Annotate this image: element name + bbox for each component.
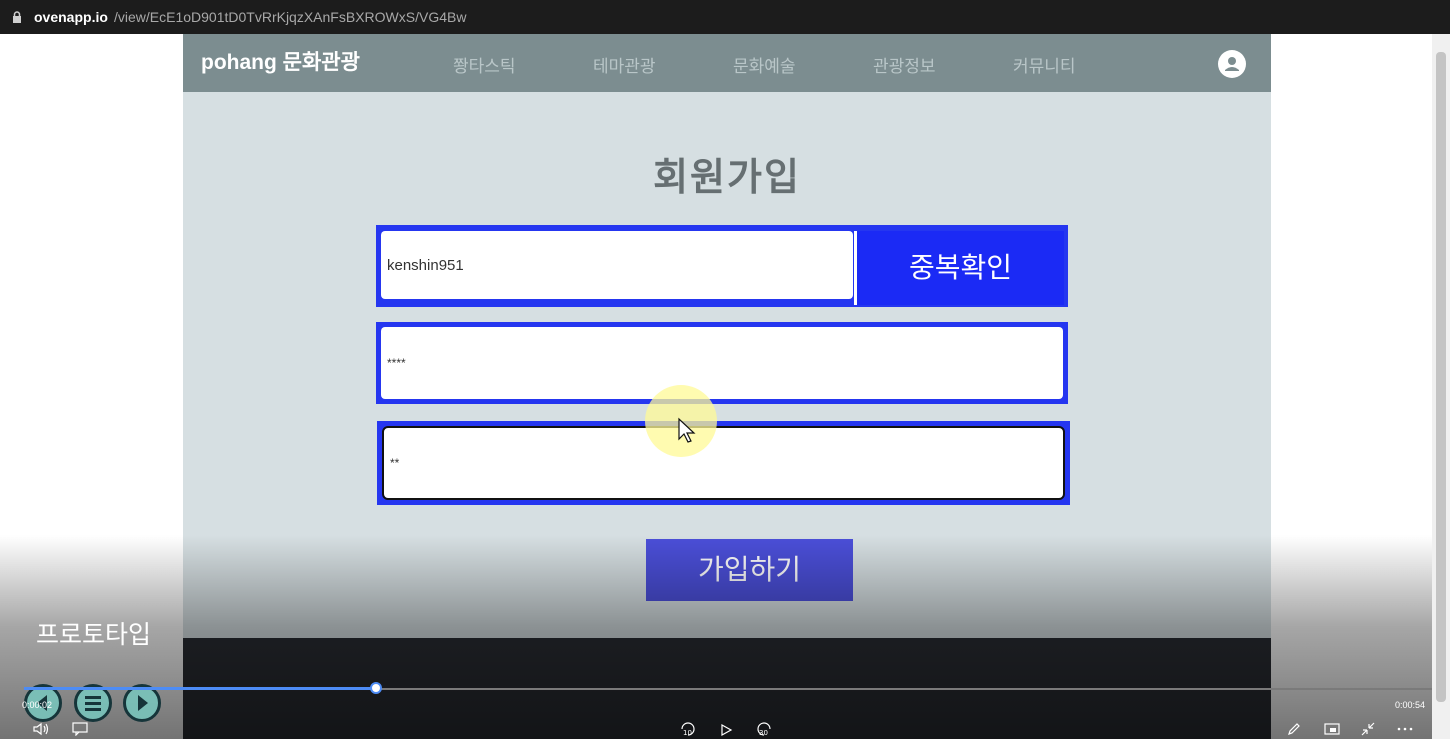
volume-icon[interactable]	[33, 722, 51, 736]
nav-item-3[interactable]: 문화예술	[733, 52, 796, 77]
url-path: /view/EcE1oD901tD0TvRrKjqzXAnFsBXROWxS/V…	[114, 9, 467, 25]
nav-item-4[interactable]: 관광정보	[873, 52, 936, 77]
top-nav: pohang 문화관광 쫭타스틱 테마관광 문화예술 관광정보 커뮤니티	[183, 34, 1271, 92]
url-host: ovenapp.io	[34, 9, 108, 25]
subtitles-icon[interactable]	[72, 722, 88, 736]
nav-item-2[interactable]: 테마관광	[593, 52, 656, 77]
miniplayer-icon[interactable]	[1324, 723, 1340, 735]
more-icon[interactable]	[1396, 726, 1414, 732]
play-icon[interactable]	[719, 723, 733, 737]
page-title: 회원가입	[653, 155, 801, 199]
video-caption: 프로토타입	[36, 620, 152, 649]
rewind-10-label: 10	[683, 729, 692, 737]
address-bar[interactable]: ovenapp.io /view/EcE1oD901tD0TvRrKjqzXAn…	[0, 0, 1450, 34]
lock-icon	[13, 11, 21, 23]
password-confirm-field-frame	[377, 421, 1070, 505]
password-field-frame	[376, 322, 1068, 404]
total-time: 0:00:54	[1395, 700, 1426, 710]
forward-30-label: 30	[759, 729, 768, 737]
progress-fill	[24, 687, 376, 690]
duplicate-check-button[interactable]: 중복확인	[854, 231, 1064, 305]
user-icon[interactable]	[1218, 50, 1246, 78]
rewind-10-icon[interactable]: 10	[678, 720, 698, 739]
current-time: 0:00:02	[22, 700, 53, 710]
exit-fullscreen-icon[interactable]	[1360, 721, 1376, 737]
prototype-frame: pohang 문화관광 쫭타스틱 테마관광 문화예술 관광정보 커뮤니티 회원가…	[183, 34, 1271, 739]
password-input[interactable]	[381, 327, 1063, 399]
id-input[interactable]	[381, 231, 853, 299]
cursor-icon	[678, 417, 696, 443]
progress-handle[interactable]	[370, 682, 382, 694]
nav-item-5[interactable]: 커뮤니티	[1013, 52, 1076, 77]
nav-item-1[interactable]: 쫭타스틱	[453, 52, 516, 77]
page-scrollbar[interactable]	[1432, 34, 1450, 739]
signup-button[interactable]: 가입하기	[646, 539, 853, 601]
pen-icon[interactable]	[1287, 722, 1301, 736]
scrollbar-thumb[interactable]	[1436, 52, 1446, 702]
cursor-highlight	[645, 385, 717, 457]
password-confirm-input[interactable]	[382, 426, 1065, 500]
site-logo[interactable]: pohang 문화관광	[201, 46, 360, 76]
forward-30-icon[interactable]: 30	[754, 720, 774, 739]
